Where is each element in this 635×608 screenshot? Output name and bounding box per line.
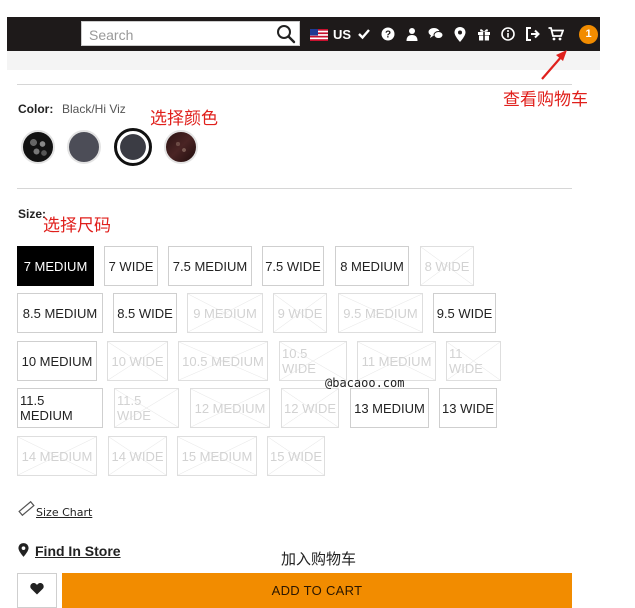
us-flag-icon[interactable]	[310, 28, 328, 41]
divider	[17, 188, 572, 189]
size-chart-link[interactable]: Size Chart	[36, 506, 92, 519]
search-box	[81, 21, 300, 46]
size-option[interactable]: 9.5 WIDE	[433, 293, 496, 333]
size-option-unavailable: 14 MEDIUM	[17, 436, 97, 476]
color-swatch-black-hi-viz-selected[interactable]	[114, 128, 152, 166]
color-selected-value: Black/Hi Viz	[62, 102, 126, 116]
size-option-unavailable: 10.5 WIDE	[279, 341, 347, 381]
wishlist-button[interactable]	[17, 573, 57, 608]
size-option-unavailable: 12 WIDE	[281, 388, 339, 428]
size-option[interactable]: 13 MEDIUM	[350, 388, 429, 428]
annotation-arrow	[541, 50, 567, 80]
size-option-unavailable: 15 MEDIUM	[177, 436, 257, 476]
size-option[interactable]: 13 WIDE	[439, 388, 497, 428]
size-option-unavailable: 10 WIDE	[107, 341, 168, 381]
ruler-icon	[18, 500, 35, 522]
annotation-select-size: 选择尺码	[43, 216, 111, 236]
color-swatch-black-perforated[interactable]	[21, 130, 55, 164]
search-input[interactable]	[87, 23, 276, 46]
size-option[interactable]: 11.5 MEDIUM	[17, 388, 103, 428]
size-option[interactable]: 7 WIDE	[104, 246, 158, 286]
size-option-unavailable: 15 WIDE	[267, 436, 325, 476]
find-in-store-link[interactable]: Find In Store	[35, 543, 121, 559]
size-option[interactable]: 8 MEDIUM	[335, 246, 409, 286]
size-option[interactable]: 8.5 MEDIUM	[17, 293, 103, 333]
chat-icon[interactable]	[427, 25, 445, 43]
divider	[17, 84, 572, 85]
size-option-unavailable: 9 WIDE	[273, 293, 327, 333]
size-option[interactable]: 7.5 MEDIUM	[168, 246, 252, 286]
heart-icon	[30, 582, 44, 600]
size-option-unavailable: 12 MEDIUM	[190, 388, 270, 428]
account-icon[interactable]	[403, 25, 421, 43]
color-swatch-gray[interactable]	[67, 130, 101, 164]
size-option-selected[interactable]: 7 MEDIUM	[17, 246, 94, 286]
size-option[interactable]: 8.5 WIDE	[113, 293, 177, 333]
size-option-unavailable: 11 WIDE	[446, 341, 501, 381]
help-icon[interactable]: ?	[379, 25, 397, 43]
size-option-unavailable: 9 MEDIUM	[187, 293, 263, 333]
search-icon[interactable]	[276, 24, 296, 44]
size-option-unavailable: 11.5 WIDE	[114, 388, 179, 428]
location-icon[interactable]	[451, 25, 469, 43]
header-icons: US ?	[310, 24, 571, 44]
color-swatch-brown-pattern[interactable]	[164, 130, 198, 164]
svg-text:?: ?	[385, 30, 391, 41]
country-selector[interactable]: US	[333, 27, 351, 42]
add-to-cart-button[interactable]: ADD TO CART	[62, 573, 572, 608]
cart-icon[interactable]	[547, 25, 565, 43]
size-option[interactable]: 7.5 WIDE	[262, 246, 324, 286]
size-option-unavailable: 9.5 MEDIUM	[338, 293, 423, 333]
sign-out-icon[interactable]	[523, 25, 541, 43]
annotation-view-cart: 查看购物车	[503, 90, 588, 110]
size-option-unavailable: 11 MEDIUM	[357, 341, 436, 381]
gift-icon[interactable]	[475, 25, 493, 43]
header-subbar	[7, 51, 600, 70]
size-option-unavailable: 10.5 MEDIUM	[178, 341, 268, 381]
info-icon[interactable]	[499, 25, 517, 43]
watermark: @bacaoo.com	[325, 376, 405, 390]
cart-count-badge[interactable]: 1	[579, 25, 598, 44]
size-label: Size:	[18, 207, 47, 221]
size-option[interactable]: 10 MEDIUM	[17, 341, 97, 381]
size-option-unavailable: 8 WIDE	[420, 246, 474, 286]
location-pin-icon	[18, 543, 29, 562]
check-icon	[355, 25, 373, 43]
annotation-select-color: 选择颜色	[150, 109, 218, 129]
size-option-unavailable: 14 WIDE	[108, 436, 167, 476]
annotation-add-to-cart: 加入购物车	[281, 550, 357, 568]
color-label: Color:	[18, 102, 54, 116]
